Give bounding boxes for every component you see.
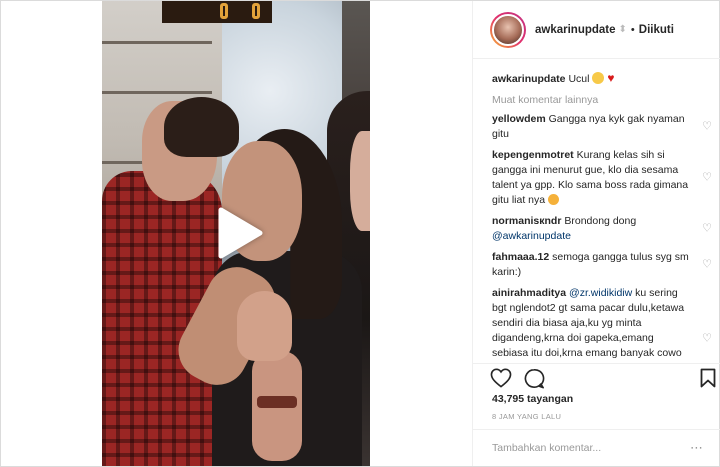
- separator: •: [630, 23, 635, 36]
- heart-icon[interactable]: ♡: [702, 331, 712, 346]
- comment-item: kepengenmotret Kurang kelas sih si gangg…: [492, 148, 717, 208]
- comment-mention[interactable]: @zr.widikidiw: [569, 287, 632, 299]
- video-person-hand: [237, 291, 292, 361]
- post-sidebar: awkarinupdate ⬍ • Diikuti awkarinupdate …: [472, 1, 720, 466]
- comment-mention[interactable]: @awkarinupdate: [492, 230, 571, 242]
- caption-username[interactable]: awkarinupdate: [492, 73, 566, 85]
- comment-username[interactable]: yellowdem: [492, 113, 546, 125]
- follow-button[interactable]: Diikuti: [639, 24, 674, 36]
- caption-text: Ucul: [568, 73, 590, 85]
- comment-item: yellowdem Gangga nya kyk gak nyaman gitu…: [492, 112, 717, 142]
- comment-text: Brondong dong: [564, 215, 637, 227]
- sad-emoji-icon: [548, 194, 560, 205]
- play-button[interactable]: [213, 203, 267, 263]
- comment-item: ainirahmaditya @zr.widikidiw ku sering b…: [492, 286, 717, 363]
- sort-icon: ⬍: [618, 24, 627, 35]
- comment-username[interactable]: fahmaaa.12: [492, 251, 549, 263]
- comment-username[interactable]: kepengenmotret: [492, 149, 574, 161]
- heart-icon[interactable]: ♡: [702, 171, 712, 186]
- action-bar: [473, 363, 720, 393]
- video-person-right-face: [350, 131, 370, 231]
- comment-username[interactable]: ainirahmaditya: [492, 287, 566, 299]
- heart-icon[interactable]: ♡: [702, 222, 712, 237]
- comment-input[interactable]: [492, 442, 692, 454]
- video-shelf: [102, 41, 212, 44]
- view-count[interactable]: 43,795 tayangan: [492, 393, 573, 405]
- crying-emoji-icon: [592, 72, 605, 84]
- load-more-comments[interactable]: Muat komentar lainnya: [492, 94, 717, 106]
- play-icon: [218, 207, 263, 259]
- post-header: awkarinupdate ⬍ • Diikuti: [473, 1, 720, 59]
- red-heart-emoji-icon: ♥: [607, 71, 615, 85]
- post-caption: awkarinupdate Ucul ♥: [492, 71, 717, 87]
- post-timestamp: 8 JAM YANG LALU: [492, 412, 562, 421]
- video-person-hair: [164, 97, 239, 157]
- bookmark-icon[interactable]: [700, 368, 716, 393]
- comment-item: normanisкndr Brondong dong @awkarinupdat…: [492, 214, 717, 244]
- more-options-icon[interactable]: ⋯: [690, 440, 703, 456]
- heart-icon[interactable]: ♡: [702, 120, 712, 135]
- post-media: [1, 1, 472, 466]
- avatar: [492, 13, 524, 46]
- post-username[interactable]: awkarinupdate: [535, 24, 616, 36]
- heart-icon[interactable]: [490, 368, 512, 393]
- comment-list: awkarinupdate Ucul ♥ Muat komentar lainn…: [492, 67, 717, 363]
- comment-icon[interactable]: [523, 368, 545, 394]
- heart-icon[interactable]: ♡: [702, 258, 712, 273]
- comment-username[interactable]: normanisкndr: [492, 215, 561, 227]
- add-comment-bar: ⋯: [473, 429, 720, 466]
- instagram-post-frame: awkarinupdate ⬍ • Diikuti awkarinupdate …: [0, 0, 720, 467]
- avatar-ring[interactable]: [490, 11, 526, 48]
- video-sign: [162, 1, 272, 23]
- video-shelf: [102, 91, 212, 94]
- comment-item: fahmaaa.12 semoga gangga tulus syg sm ka…: [492, 250, 717, 280]
- video-person-watch: [257, 396, 297, 408]
